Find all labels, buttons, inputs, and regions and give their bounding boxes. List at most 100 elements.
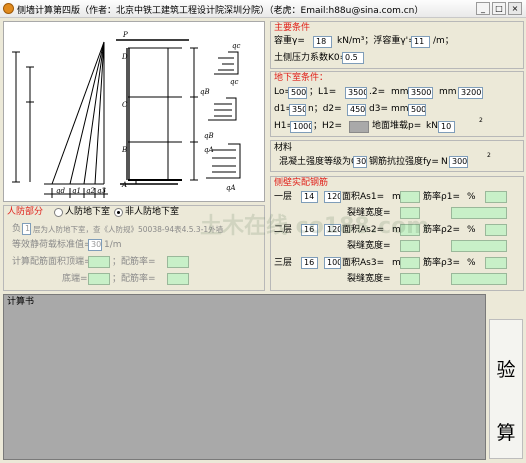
diagram-label-qc1: qc (232, 42, 240, 50)
civil-defense-option[interactable]: 人防地下室 (65, 207, 110, 218)
percent-unit: % (467, 225, 476, 235)
percent-unit: % (467, 258, 476, 268)
civil-floor-prefix: 负 (12, 224, 22, 234)
basement-conditions-group: 地下室条件： Lo= 500 ；L1= 3500 .2= mm 3500 mm … (270, 71, 524, 137)
material-group: 材料 混凝土强度等级为C 30 钢筋抗拉强度fy= N 300 2 (270, 140, 524, 172)
ratio-output (485, 257, 507, 269)
bar-diameter-input[interactable]: 14 (301, 191, 318, 203)
diagram-label-qb2: qB (204, 132, 214, 140)
lo-input[interactable]: 500 (288, 87, 307, 99)
top-area-output (88, 256, 110, 268)
k0-label: 土侧压力系数K0= (274, 53, 348, 63)
verify-button-char2: 算 (496, 422, 516, 444)
mm-unit-2: mm (439, 87, 457, 97)
diagram-label-p: P (122, 31, 128, 39)
maximize-button[interactable]: □ (492, 2, 506, 15)
diagram-label-a: A (121, 181, 127, 189)
civil-defense-title: 人防部分 (7, 207, 44, 217)
diagram-label-c: C (122, 101, 128, 109)
top-ratio-output (167, 256, 189, 268)
top-ratio-label: ；配筋率= (112, 257, 156, 267)
ratio-output (485, 191, 507, 203)
diagram-label-q1: q1 (72, 187, 81, 195)
float-weight-unit: /m； (433, 36, 454, 46)
floor-label: 一层 (274, 192, 293, 202)
steel-strength-input[interactable]: 300 (449, 156, 468, 168)
non-civil-defense-radio[interactable] (114, 208, 123, 217)
h2-label: ；H2= (313, 121, 343, 131)
surcharge-unit: kN (426, 121, 438, 131)
concrete-grade-input[interactable]: 30 (353, 156, 367, 168)
h1-input[interactable]: 1000 (290, 121, 312, 133)
k0-input[interactable]: 0.5 (342, 52, 364, 64)
diagram-label-b: B (121, 146, 127, 154)
minimize-button[interactable]: _ (476, 2, 490, 15)
verify-button-char1: 验 (496, 359, 516, 381)
basement-conditions-title: 地下室条件： (274, 73, 329, 83)
diagram-label-qb1: qB (200, 88, 210, 96)
steel-strength-unit: N (441, 157, 448, 167)
main-conditions-group: 主要条件 容重γ= 18 kN/m³；浮容重γ'= 11 /m； 土侧压力系数K… (270, 21, 524, 69)
d3-label: d3= (369, 104, 388, 114)
ratio-label: 筋率ρ3= (423, 258, 460, 268)
app-icon (3, 3, 14, 14)
surcharge-label: 地面堆载p= (372, 121, 422, 131)
diagram-label-qd: qd (56, 187, 65, 195)
l1-label: ；L1= (309, 87, 337, 97)
crack-width-label: 裂缝宽度= (347, 274, 391, 284)
main-conditions-title: 主要条件 (274, 23, 311, 33)
static-load-unit: 1/m (104, 240, 122, 250)
area-label: 面积As1= (342, 192, 385, 202)
steel-strength-label: 钢筋抗拉强度fy= (369, 157, 439, 167)
bottom-area-output (88, 273, 110, 285)
bottom-ratio-label: ；配筋率= (112, 274, 156, 284)
float-weight-input[interactable]: 11 (411, 36, 430, 48)
crack-status-output (451, 240, 507, 252)
diagram-label-qa1: qA (204, 146, 214, 154)
crack-width-output (400, 273, 420, 285)
ratio-label: 筋率ρ1= (423, 192, 460, 202)
bar-spacing-input[interactable]: 120 (324, 191, 341, 203)
concrete-label: 混凝土强度等级为C (279, 157, 358, 167)
l2-label: .2= (369, 87, 386, 97)
top-area-label: 计算配筋面积顶端= (12, 257, 92, 267)
unit-weight-label: 容重γ= (274, 36, 305, 46)
verify-button[interactable]: 验 算 (489, 319, 523, 459)
static-load-input[interactable]: 30 (88, 239, 102, 251)
l2-input[interactable]: 3500 (408, 87, 433, 99)
civil-floor-input[interactable]: 1 (22, 223, 31, 235)
d1-input[interactable]: 350 (289, 104, 306, 116)
non-civil-defense-option[interactable]: 非人防地下室 (125, 207, 179, 218)
window-title: 侧墙计算第四版（作者：北京中铁工建筑工程设计院深圳分院）（老虎：Email:h8… (17, 6, 424, 16)
d2-input[interactable]: 450 (347, 104, 366, 116)
crack-status-output (451, 207, 507, 219)
close-button[interactable]: × (508, 2, 522, 15)
watermark: 土木在线 co188.com (200, 214, 430, 239)
percent-unit: % (467, 192, 476, 202)
crack-width-output (400, 240, 420, 252)
diagram-label-qa2: qA (226, 184, 236, 192)
civil-floor-text: 层为人防地下室，查《人防规》50038-94表4.5.3-1外墙 (33, 225, 224, 234)
floor-label: 三层 (274, 258, 293, 268)
diagram-label-q3: q3 (97, 187, 106, 195)
ratio-output (485, 224, 507, 236)
bottom-area-label: 底端= (62, 274, 88, 284)
mm-unit-1: mm (391, 87, 409, 97)
h2-input[interactable] (349, 121, 369, 133)
report-area[interactable]: 计算书 (3, 294, 486, 460)
d3-input[interactable]: 500 (408, 104, 426, 116)
l3-input[interactable]: 3200 (458, 87, 483, 99)
unit-weight-input[interactable]: 18 (313, 36, 332, 48)
wall-diagram-svg: P D C B A qc qc qB qB qA qA qd q1 q2 q3 (12, 31, 241, 198)
surcharge-input[interactable]: 10 (438, 121, 455, 133)
title-bar: 侧墙计算第四版（作者：北京中铁工建筑工程设计院深圳分院）（老虎：Email:h8… (0, 0, 526, 18)
bar-spacing-input[interactable]: 100 (324, 257, 341, 269)
area-output (400, 257, 420, 269)
civil-defense-radio[interactable] (54, 208, 63, 217)
diagram-label-d: D (121, 53, 128, 61)
l1-input[interactable]: 3500 (345, 87, 367, 99)
unit-weight-unit: kN/m³；浮容重γ'= (337, 36, 416, 46)
bar-diameter-input[interactable]: 16 (301, 257, 318, 269)
crack-width-label: 裂缝宽度= (347, 241, 391, 251)
material-title: 材料 (274, 143, 293, 153)
